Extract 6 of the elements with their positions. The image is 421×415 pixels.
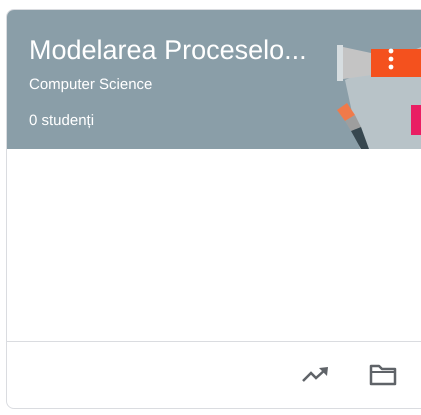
trending-up-icon[interactable] [301, 367, 329, 383]
class-section: Computer Science [29, 74, 152, 96]
folder-icon[interactable] [369, 364, 397, 386]
student-count: 0 studenți [29, 110, 94, 130]
class-title-link[interactable]: Modelarea Proceselo... [29, 34, 307, 66]
more-options-icon[interactable] [388, 48, 394, 70]
